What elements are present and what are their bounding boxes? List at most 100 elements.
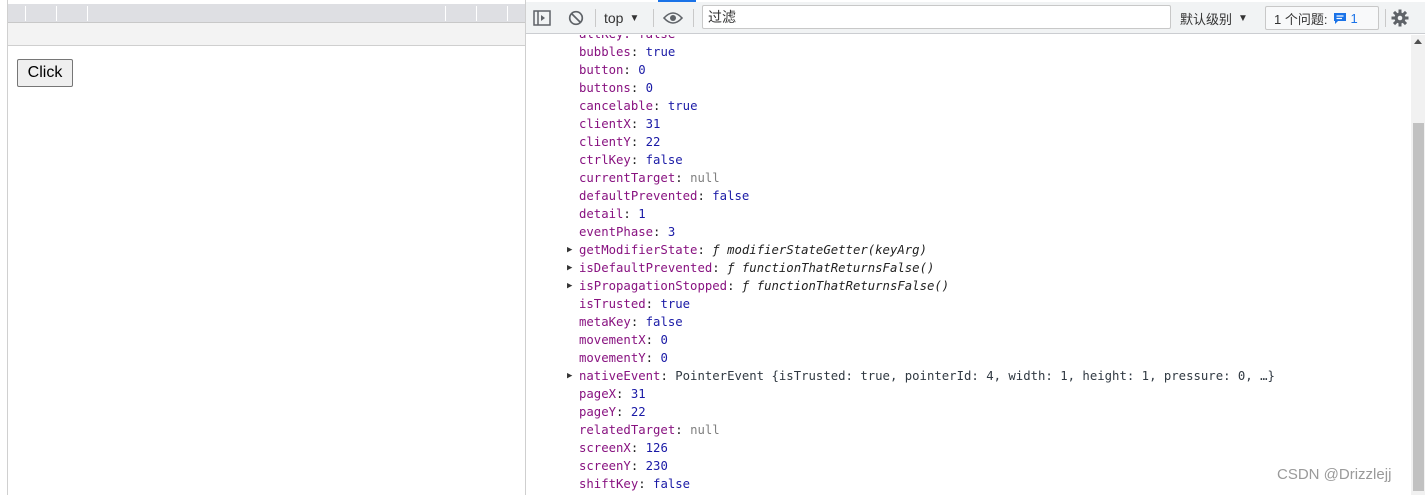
filter-input[interactable]: 过滤 xyxy=(702,5,1171,29)
context-label: top xyxy=(604,10,624,26)
clear-console-icon[interactable] xyxy=(566,9,586,27)
property-colon: : xyxy=(630,135,646,149)
property-line: getModifierState: ƒ modifierStateGetter(… xyxy=(579,241,927,259)
property-value: 0 xyxy=(660,333,668,347)
property-key: bubbles xyxy=(579,45,631,59)
property-key: getModifierState xyxy=(579,243,698,257)
property-colon: : xyxy=(630,153,646,167)
property-colon: : xyxy=(645,297,661,311)
property-line: button: 0 xyxy=(579,61,646,79)
expand-triangle-icon[interactable]: ▶ xyxy=(567,367,577,385)
property-line: detail: 1 xyxy=(579,205,646,223)
property-key: clientX xyxy=(579,117,631,131)
property-colon: : xyxy=(630,81,646,95)
click-button[interactable]: Click xyxy=(17,59,73,87)
property-line: shiftKey: false xyxy=(579,475,690,493)
property-line: clientY: 22 xyxy=(579,133,660,151)
page-edge xyxy=(7,0,8,495)
expand-triangle-icon[interactable]: ▶ xyxy=(567,259,577,277)
sidebar-toggle-icon[interactable] xyxy=(532,9,552,27)
watermark: CSDN @Drizzlejj xyxy=(1277,466,1392,483)
property-value: null xyxy=(690,171,720,185)
property-line: relatedTarget: null xyxy=(579,421,720,439)
property-value: 22 xyxy=(645,135,661,149)
property-line: bubbles: true xyxy=(579,43,675,61)
property-value: 22 xyxy=(630,405,646,419)
scroll-up-icon[interactable] xyxy=(1414,39,1422,44)
issues-badge: 1 xyxy=(1333,11,1358,26)
property-line: metaKey: false xyxy=(579,313,683,331)
property-colon: : xyxy=(638,477,654,491)
property-line: cancelable: true xyxy=(579,97,697,115)
property-value: true xyxy=(660,297,691,311)
property-colon: : xyxy=(616,387,631,401)
property-value: 31 xyxy=(645,117,661,131)
property-key: relatedTarget xyxy=(579,423,676,437)
expand-triangle-icon[interactable]: ▶ xyxy=(567,277,577,295)
property-colon: : xyxy=(645,333,661,347)
expand-triangle-icon[interactable]: ▶ xyxy=(567,241,577,259)
property-line: ctrlKey: false xyxy=(579,151,683,169)
property-value: false xyxy=(645,153,683,167)
property-line: nativeEvent: PointerEvent {isTrusted: tr… xyxy=(579,367,1275,385)
property-value: ƒ functionThatReturnsFalse() xyxy=(727,261,935,275)
property-line: buttons: 0 xyxy=(579,79,653,97)
property-line: pageY: 22 xyxy=(579,403,646,421)
property-colon: : xyxy=(630,441,646,455)
property-line: clientX: 31 xyxy=(579,115,660,133)
console-output: altKey: false bubbles: truebutton: 0butt… xyxy=(526,35,1411,495)
property-value: false xyxy=(712,189,750,203)
toolbar-separator xyxy=(1385,9,1386,27)
property-value: 0 xyxy=(660,351,668,365)
property-value: 126 xyxy=(645,441,668,455)
devtools-panel: top ▼ 过滤 默认级别 ▼ 1 个问题: 1 bubbles: true b… xyxy=(525,0,1425,495)
property-value: ƒ functionThatReturnsFalse() xyxy=(741,279,950,293)
property-value: 0 xyxy=(645,81,654,95)
property-colon: : xyxy=(630,117,646,131)
property-key: detail xyxy=(579,207,624,221)
property-line: eventPhase: 3 xyxy=(579,223,675,241)
property-key: currentTarget xyxy=(579,171,676,185)
property-key: isPropagationStopped xyxy=(579,279,728,293)
property-value: true xyxy=(645,45,676,59)
scrollbar-thumb[interactable] xyxy=(1413,123,1424,491)
page-header-strip xyxy=(8,4,525,23)
property-colon: : xyxy=(712,261,728,275)
property-colon: : xyxy=(660,369,676,383)
property-value: 3 xyxy=(667,225,676,239)
issues-label: 1 个问题: xyxy=(1274,11,1328,27)
context-selector[interactable]: top ▼ xyxy=(604,8,639,28)
property-key: screenX xyxy=(579,441,631,455)
property-key: pageY xyxy=(579,405,617,419)
property-line: isTrusted: true xyxy=(579,295,690,313)
property-key: button xyxy=(579,63,624,77)
property-line: isDefaultPrevented: ƒ functionThatReturn… xyxy=(579,259,934,277)
property-key: movementY xyxy=(579,351,646,365)
property-key: isDefaultPrevented xyxy=(579,261,713,275)
property-value: false xyxy=(653,477,691,491)
page-header-area xyxy=(8,4,525,46)
property-colon: : xyxy=(616,405,631,419)
console-scrollbar[interactable] xyxy=(1411,35,1425,495)
property-line: screenY: 230 xyxy=(579,457,668,475)
property-value: ƒ modifierStateGetter(keyArg) xyxy=(712,243,927,257)
property-key: eventPhase xyxy=(579,225,654,239)
strip-divider xyxy=(56,6,57,21)
property-key: movementX xyxy=(579,333,646,347)
property-line: defaultPrevented: false xyxy=(579,187,749,205)
property-colon: : xyxy=(623,63,639,77)
log-levels-dropdown[interactable]: 默认级别 ▼ xyxy=(1180,8,1248,28)
property-value: true xyxy=(667,99,698,113)
log-levels-label: 默认级别 xyxy=(1180,11,1233,27)
toolbar-separator xyxy=(595,9,596,27)
property-colon: : xyxy=(630,459,646,473)
property-key: pageX xyxy=(579,387,617,401)
property-value: 0 xyxy=(638,63,646,77)
property-line: movementX: 0 xyxy=(579,331,668,349)
property-key: clientY xyxy=(579,135,631,149)
eye-icon[interactable] xyxy=(662,9,684,27)
strip-divider xyxy=(445,6,446,21)
gear-icon[interactable] xyxy=(1389,8,1411,28)
property-colon: : xyxy=(630,45,646,59)
issues-button[interactable]: 1 个问题: 1 xyxy=(1265,6,1379,30)
